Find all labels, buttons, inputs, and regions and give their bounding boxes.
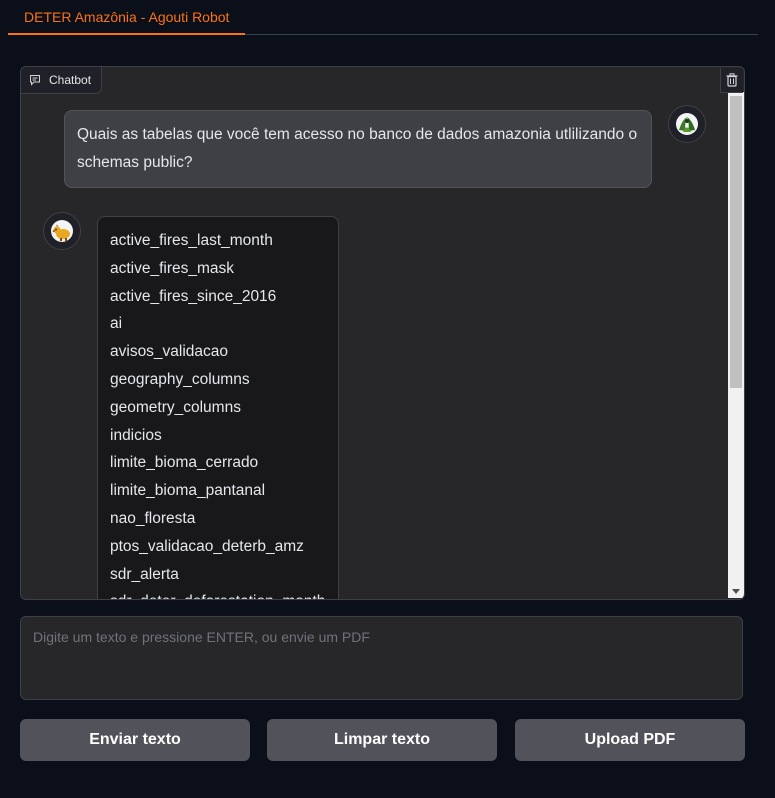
message-list: Quais as tabelas que você tem acesso no … xyxy=(21,67,727,599)
user-message: Quais as tabelas que você tem acesso no … xyxy=(64,110,652,188)
bot-list-item: indicios xyxy=(110,426,162,444)
user-avatar xyxy=(668,105,706,143)
chatbot-label: Chatbot xyxy=(21,67,103,94)
bot-list-item: limite_bioma_pantanal xyxy=(110,482,266,500)
scroll-down-arrow-icon[interactable] xyxy=(732,589,740,594)
chatbot-panel: Chatbot Quais as tabelas que você tem ac… xyxy=(20,66,745,600)
bot-list-item: active_fires_since_2016 xyxy=(110,287,277,305)
scrollbar-thumb[interactable] xyxy=(730,96,742,388)
bot-list-item: ai xyxy=(110,315,123,333)
bot-list-item: geography_columns xyxy=(110,370,250,388)
chatbot-label-text: Chatbot xyxy=(49,73,92,87)
bot-list-item: ptos_validacao_deterb_amz xyxy=(110,537,304,555)
bot-list-item: active_fires_last_month xyxy=(110,232,273,249)
clear-text-button[interactable]: Limpar texto xyxy=(267,719,497,761)
message-input[interactable] xyxy=(21,617,742,699)
chat-icon xyxy=(30,75,40,86)
bot-list-item: nao_floresta xyxy=(110,509,196,527)
tab-deter-amazonia[interactable]: DETER Amazônia - Agouti Robot xyxy=(8,0,246,35)
chat-scrollbar[interactable] xyxy=(728,92,744,598)
bot-list-item: avisos_validacao xyxy=(110,343,229,361)
bot-list-item: limite_bioma_cerrado xyxy=(110,454,259,472)
upload-pdf-button[interactable]: Upload PDF xyxy=(515,719,745,761)
message-input-box xyxy=(20,616,743,700)
bot-avatar xyxy=(43,212,81,250)
bot-list-item: active_fires_mask xyxy=(110,259,235,277)
bot-message: active_fires_last_month active_fires_mask… xyxy=(97,216,339,599)
send-text-button[interactable]: Enviar texto xyxy=(20,719,250,761)
bot-list-item: sdr_alerta xyxy=(110,565,179,583)
bot-list-item: geometry_columns xyxy=(110,398,241,416)
bot-list-item: sdr_deter_deforestation_month xyxy=(110,588,326,599)
trash-icon[interactable] xyxy=(720,68,743,93)
tab-bar: DETER Amazônia - Agouti Robot xyxy=(8,0,758,35)
